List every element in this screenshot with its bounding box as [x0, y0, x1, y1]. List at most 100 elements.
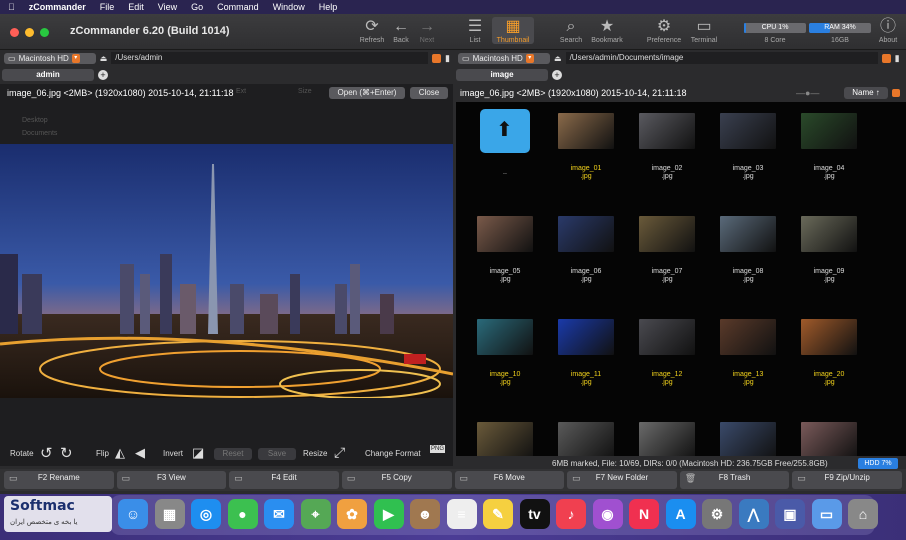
menu-edit[interactable]: Edit: [128, 2, 144, 12]
hdd-usage-badge: HDD 7%: [858, 458, 898, 469]
right-path-dropdown-icon[interactable]: [881, 53, 891, 63]
fkey-f7-button[interactable]: ▭ F7 New Folder: [567, 471, 677, 489]
right-tab-image[interactable]: image: [456, 69, 548, 81]
file-thumbnail[interactable]: image_04 .jpg: [794, 109, 864, 181]
dock-contacts-icon[interactable]: ☻: [410, 499, 440, 529]
thumbnail-size-slider[interactable]: —●—: [796, 84, 819, 102]
apple-menu-icon[interactable]: : [8, 2, 15, 12]
file-thumbnail[interactable]: image_20 .jpg: [794, 315, 864, 387]
dock-system-preferences-icon[interactable]: ⚙: [702, 499, 732, 529]
file-thumbnail[interactable]: image_08 .jpg: [713, 212, 783, 284]
dock-safari-icon[interactable]: ◎: [191, 499, 221, 529]
dock-zcommander-icon[interactable]: ⋀: [738, 499, 769, 529]
file-thumbnail[interactable]: image_01 .jpg: [551, 109, 621, 181]
left-add-tab-icon[interactable]: +: [98, 70, 108, 80]
fkey-icon: ▭: [346, 473, 356, 483]
flip-vertical-icon[interactable]: ◀: [135, 445, 145, 461]
search-button[interactable]: ⌕ Search: [553, 17, 589, 44]
dock-app-store-icon[interactable]: A: [665, 499, 696, 529]
dock-news-icon[interactable]: N: [629, 499, 659, 529]
resize-icon[interactable]: ⤢: [334, 444, 345, 461]
dock-tv-icon[interactable]: tv: [519, 499, 550, 529]
preference-button[interactable]: ⚙ Preference: [644, 17, 684, 44]
dock-reminders-icon[interactable]: ≡: [446, 499, 477, 529]
dock-mail-icon[interactable]: ✉: [264, 499, 294, 529]
menu-go[interactable]: Go: [191, 2, 203, 12]
dock-save-icon[interactable]: ▣: [775, 499, 805, 529]
fkey-f2-button[interactable]: ▭ F2 Rename: [4, 471, 114, 489]
menu-command[interactable]: Command: [217, 2, 259, 12]
dock-photos-icon[interactable]: ✿: [337, 499, 367, 529]
file-thumbnail[interactable]: image_03 .jpg: [713, 109, 783, 181]
watermark-tagline: یا بخه ی متخصص ایران: [10, 519, 78, 526]
zoom-window-button[interactable]: [40, 28, 49, 37]
next-button[interactable]: → Next: [409, 17, 445, 44]
thumbnail-image: [639, 113, 695, 149]
rotate-right-icon[interactable]: ↻: [60, 444, 73, 462]
terminal-button[interactable]: ▭ Terminal: [686, 17, 722, 44]
right-drive-selector[interactable]: ▭ Macintosh HD ▾: [458, 52, 550, 64]
file-thumbnail[interactable]: image_05 .jpg: [470, 212, 540, 284]
dock-music-icon[interactable]: ♪: [556, 499, 586, 529]
save-button[interactable]: Save: [258, 448, 296, 460]
fkey-f9-button[interactable]: ▭ F9 Zip/Unzip: [792, 471, 902, 489]
parent-folder[interactable]: ⬆ ..: [470, 109, 540, 177]
left-path-dropdown-icon[interactable]: [432, 53, 442, 63]
file-thumbnail[interactable]: image_06 .jpg: [551, 212, 621, 284]
bookmark-button[interactable]: ★ Bookmark: [589, 17, 625, 44]
right-add-tab-icon[interactable]: +: [552, 70, 562, 80]
drive-icon: ▭: [462, 53, 470, 63]
file-thumbnail[interactable]: image_13 .jpg: [713, 315, 783, 387]
menu-file[interactable]: File: [100, 2, 115, 12]
png-format-icon[interactable]: PNG: [430, 445, 446, 453]
reset-button[interactable]: Reset: [214, 448, 252, 460]
fkey-f4-button[interactable]: ▭ F4 Edit: [229, 471, 339, 489]
cpu-meter-fill: [744, 23, 746, 33]
dock-messages-icon[interactable]: ●: [227, 499, 258, 529]
file-thumbnail[interactable]: image_07 .jpg: [632, 212, 702, 284]
flip-horizontal-icon[interactable]: ◭: [115, 445, 125, 461]
fkey-f3-button[interactable]: ▭ F3 View: [116, 471, 227, 489]
eject-icon[interactable]: ⏏: [100, 54, 108, 63]
right-bookmark-icon[interactable]: ▮: [895, 53, 900, 64]
rotate-left-icon[interactable]: ↺: [40, 444, 53, 462]
invert-icon[interactable]: ◪: [192, 445, 204, 461]
file-thumbnail[interactable]: image_02 .jpg: [632, 109, 702, 181]
file-thumbnail[interactable]: image_12 .jpg: [632, 315, 702, 387]
sort-dropdown[interactable]: Name ↑: [844, 87, 888, 99]
file-thumbnail[interactable]: image_10 .jpg: [470, 315, 540, 387]
fkey-f8-button[interactable]: 🗑 F8 Trash: [679, 471, 790, 489]
file-name: image_06 .jpg: [570, 268, 602, 283]
dock-maps-icon[interactable]: ⌖: [300, 499, 331, 529]
dock-finder-icon[interactable]: ☺: [118, 499, 148, 529]
close-window-button[interactable]: [10, 28, 19, 37]
about-button[interactable]: ⓘ About: [870, 17, 906, 44]
dock-notes-icon[interactable]: ✎: [483, 499, 513, 529]
menu-window[interactable]: Window: [273, 2, 305, 12]
dock-trash-icon[interactable]: ⌂: [848, 499, 878, 529]
minimize-window-button[interactable]: [25, 28, 34, 37]
close-button[interactable]: Close: [410, 87, 448, 99]
sort-dropdown-icon[interactable]: [892, 89, 900, 97]
left-drive-selector[interactable]: ▭ Macintosh HD ▾: [4, 52, 96, 64]
open-button[interactable]: Open (⌘+Enter): [329, 87, 405, 99]
dock-facetime-icon[interactable]: ▶: [373, 499, 404, 529]
dock-downloads-icon[interactable]: ▭: [811, 499, 842, 529]
file-thumbnail[interactable]: image_11 .jpg: [551, 315, 621, 387]
dock-podcasts-icon[interactable]: ◉: [592, 499, 623, 529]
title-bar: zCommander 6.20 (Build 1014) ⟳ Refresh ← B…: [0, 14, 906, 50]
eject-icon[interactable]: ⏏: [554, 54, 562, 63]
menu-view[interactable]: View: [158, 2, 177, 12]
fkey-f6-button[interactable]: ▭ F6 Move: [454, 471, 565, 489]
menu-app[interactable]: zCommander: [29, 2, 86, 12]
thumbnail-view-button[interactable]: ▦ Thumbnail: [492, 17, 534, 44]
list-view-button[interactable]: ☰ List: [457, 17, 493, 44]
file-thumbnail[interactable]: image_09 .jpg: [794, 212, 864, 284]
left-tab-admin[interactable]: admin: [2, 69, 94, 81]
dock-launchpad-icon[interactable]: ▦: [154, 499, 185, 529]
left-path-field[interactable]: /Users/admin: [111, 52, 429, 64]
left-bookmark-icon[interactable]: ▮: [445, 53, 450, 64]
right-path-field[interactable]: /Users/admin/Documents/image: [565, 52, 878, 64]
menu-help[interactable]: Help: [319, 2, 338, 12]
fkey-f5-button[interactable]: ▭ F5 Copy: [341, 471, 452, 489]
